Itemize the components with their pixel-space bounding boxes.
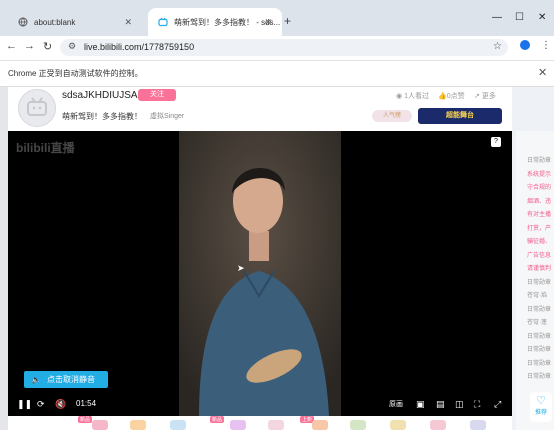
recommend-label: 推荐 bbox=[534, 410, 547, 416]
chat-line: 日常勋章 bbox=[527, 333, 552, 340]
watermark: bilibili直播 bbox=[16, 141, 75, 155]
close-infobar-icon[interactable]: ✕ bbox=[538, 66, 547, 79]
recommend-button[interactable]: ♡ 推荐 bbox=[530, 392, 552, 422]
bookmark-star-icon[interactable]: ☆ bbox=[493, 41, 502, 52]
popularity-badge[interactable]: 人气榜 bbox=[372, 110, 412, 122]
screenshot-icon[interactable]: ◫ bbox=[455, 399, 464, 410]
forward-icon[interactable]: → bbox=[24, 40, 35, 52]
follow-label: 关注 bbox=[150, 91, 164, 98]
tab-bilibili-live[interactable]: 萌新驾到！多多指教！ - sds... ✕ bbox=[148, 8, 282, 36]
promo-banner[interactable]: 超能舞台 bbox=[418, 108, 502, 124]
gift-tag: 新品 bbox=[210, 416, 225, 423]
gift-tag: 新品 bbox=[78, 416, 93, 423]
url-text[interactable]: live.bilibili.com/1778759150 bbox=[84, 42, 194, 52]
unmute-button[interactable]: 🔈 点击取消静音 bbox=[24, 371, 108, 388]
gift-item[interactable] bbox=[350, 420, 366, 430]
gift-item[interactable] bbox=[470, 420, 486, 430]
gift-item[interactable] bbox=[430, 420, 446, 430]
follow-button[interactable]: 关注 bbox=[138, 89, 176, 101]
web-fullscreen-icon[interactable]: ⛶ bbox=[474, 399, 480, 410]
watch-count: ◉ 1人看过 bbox=[396, 93, 429, 100]
fullscreen-icon[interactable]: ⤢ bbox=[494, 399, 501, 410]
volume-muted-icon[interactable]: 🔇 bbox=[55, 399, 66, 410]
gift-item[interactable] bbox=[390, 420, 406, 430]
gift-item[interactable] bbox=[92, 420, 108, 430]
chat-line: 日常勋章 bbox=[527, 306, 552, 313]
site-info-icon[interactable]: ⚙ bbox=[68, 41, 76, 52]
danmaku-settings-icon[interactable]: ▤ bbox=[436, 399, 445, 410]
gift-item[interactable] bbox=[170, 420, 186, 430]
avatar[interactable] bbox=[18, 89, 56, 127]
infobar-text: Chrome 正受到自动测试软件的控制。 bbox=[8, 69, 143, 78]
video-frame[interactable] bbox=[179, 131, 341, 416]
mouse-cursor-icon: ➤ bbox=[237, 263, 245, 273]
quality-selector[interactable]: 原画 bbox=[389, 399, 403, 409]
thumb-up-icon: 👍 bbox=[438, 93, 447, 100]
back-icon[interactable]: ← bbox=[6, 40, 17, 52]
chat-line: 日常勋章 bbox=[527, 360, 552, 367]
chat-line: 烟酒、违 bbox=[527, 198, 552, 205]
chat-line: 守合规的 bbox=[527, 185, 552, 191]
gift-item[interactable] bbox=[268, 420, 284, 430]
chat-line: 日常勋章 bbox=[527, 279, 552, 286]
profile-icon[interactable] bbox=[520, 40, 530, 50]
speaker-mute-icon: 🔈 bbox=[31, 375, 41, 384]
close-tab-icon[interactable]: ✕ bbox=[264, 17, 272, 28]
chat-line: 日常勋章 bbox=[527, 158, 552, 164]
menu-icon[interactable]: ⋮ bbox=[541, 40, 551, 51]
chat-line: 苍穹·蓬 bbox=[527, 320, 547, 326]
tab-label: about:blank bbox=[34, 17, 76, 27]
bilibili-tv-icon bbox=[158, 17, 168, 27]
unmute-label: 点击取消静音 bbox=[46, 375, 95, 384]
gift-item[interactable] bbox=[230, 420, 246, 430]
close-tab-icon[interactable]: ✕ bbox=[124, 17, 132, 28]
new-tab-icon[interactable]: + bbox=[284, 14, 291, 28]
chat-line: 有对主播 bbox=[527, 212, 552, 218]
chat-line: 骗征婚、 bbox=[527, 239, 552, 245]
share-more[interactable]: ↗ 更多 bbox=[474, 91, 496, 101]
tab-about-blank[interactable]: about:blank ✕ bbox=[8, 8, 142, 36]
help-icon[interactable]: ? bbox=[491, 137, 501, 147]
chat-line: 日常勋章 bbox=[527, 374, 552, 380]
danmaku-toggle-icon[interactable]: ▣ bbox=[416, 399, 425, 410]
pause-icon[interactable]: ❚❚ bbox=[17, 399, 32, 410]
room-category[interactable]: 虚拟Singer bbox=[150, 111, 184, 121]
chat-line: 系统提示 bbox=[527, 171, 552, 178]
gift-item[interactable] bbox=[130, 420, 146, 430]
heart-icon: ♡ bbox=[536, 395, 546, 407]
room-title: 萌新驾到！多多指教！ bbox=[62, 112, 142, 121]
chat-line: 苍穹·焰 bbox=[527, 293, 547, 299]
chat-line: 打赏，产 bbox=[527, 225, 552, 232]
chat-line: 广告信息 bbox=[527, 252, 552, 259]
minimize-icon[interactable]: — bbox=[492, 12, 502, 23]
share-icon: ↗ bbox=[474, 93, 480, 100]
streamer-video-image bbox=[179, 131, 341, 416]
chat-line: 请谨慎判 bbox=[527, 266, 552, 272]
streamer-name[interactable]: sdsaJKHDIUJSA bbox=[62, 90, 138, 101]
elapsed-time: 01:54 bbox=[76, 399, 97, 408]
gift-item[interactable] bbox=[312, 420, 328, 430]
close-window-icon[interactable]: ✕ bbox=[538, 12, 546, 23]
refresh-icon[interactable]: ⟳ bbox=[37, 399, 45, 410]
chat-line: 日常勋章 bbox=[527, 347, 552, 353]
like-count[interactable]: 👍0点赞 bbox=[438, 91, 465, 101]
maximize-icon[interactable]: ☐ bbox=[515, 12, 524, 23]
eye-icon: ◉ bbox=[396, 93, 403, 100]
left-edge-strip bbox=[0, 87, 8, 430]
globe-icon bbox=[18, 17, 28, 27]
reload-icon[interactable]: ↻ bbox=[43, 40, 52, 53]
